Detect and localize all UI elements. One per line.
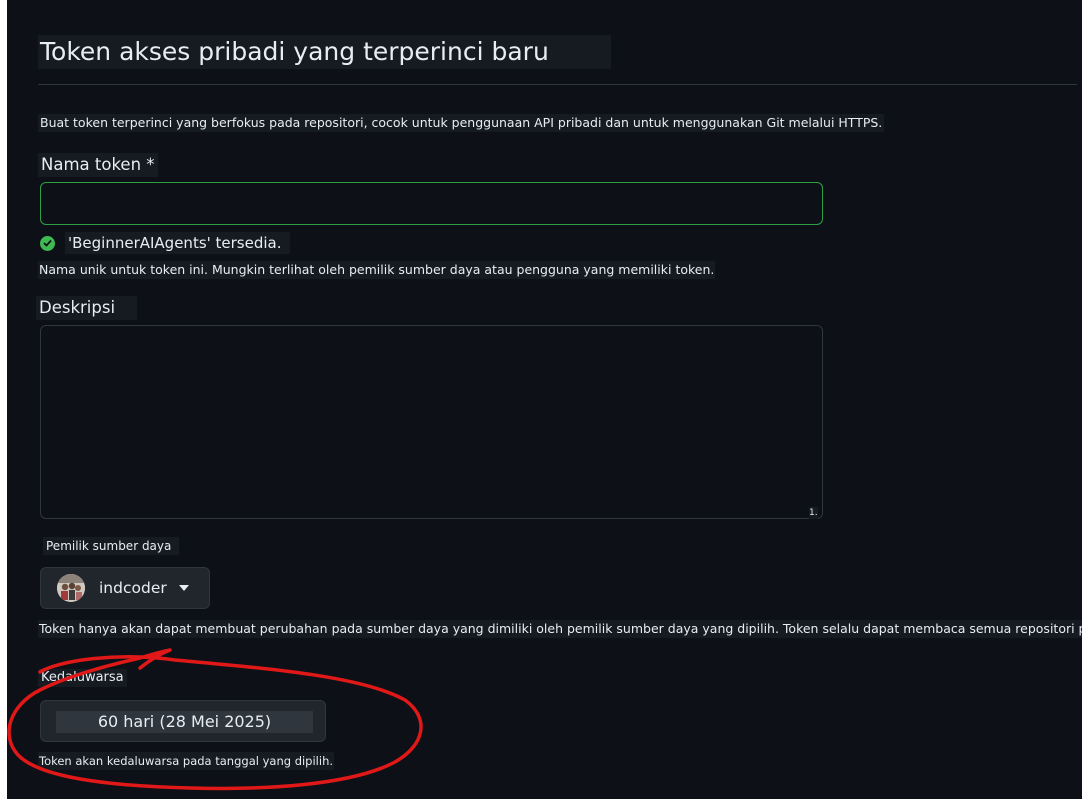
resource-owner-select[interactable]: indcoder bbox=[40, 567, 210, 609]
description-textarea[interactable] bbox=[40, 325, 823, 519]
token-name-note: Nama unik untuk token ini. Mungkin terli… bbox=[38, 261, 716, 279]
resource-owner-value: indcoder bbox=[99, 579, 167, 597]
token-name-input[interactable] bbox=[40, 182, 823, 225]
page-intro: Buat token terperinci yang berfokus pada… bbox=[38, 114, 885, 132]
resource-owner-label: Pemilik sumber daya bbox=[43, 537, 180, 555]
expiration-value: 60 hari (28 Mei 2025) bbox=[56, 711, 313, 733]
avatar bbox=[57, 574, 85, 602]
resource-owner-note: Token hanya akan dapat membuat perubahan… bbox=[38, 620, 1082, 638]
title-divider bbox=[38, 84, 1077, 85]
expiration-note: Token akan kedaluwarsa pada tanggal yang… bbox=[38, 752, 335, 770]
expiration-select[interactable]: 60 hari (28 Mei 2025) bbox=[40, 700, 326, 742]
availability-message: 'BeginnerAIAgents' tersedia. bbox=[40, 232, 290, 254]
availability-text: 'BeginnerAIAgents' tersedia. bbox=[65, 232, 290, 254]
token-name-label: Nama token * bbox=[38, 153, 158, 177]
chevron-down-icon bbox=[178, 585, 189, 591]
resize-handle[interactable]: 1. bbox=[809, 507, 818, 519]
expiration-label: Kedaluwarsa bbox=[38, 669, 127, 687]
page-title: Token akses pribadi yang terperinci baru bbox=[38, 35, 611, 69]
description-label: Deskripsi bbox=[36, 296, 138, 320]
check-circle-icon bbox=[40, 235, 55, 251]
